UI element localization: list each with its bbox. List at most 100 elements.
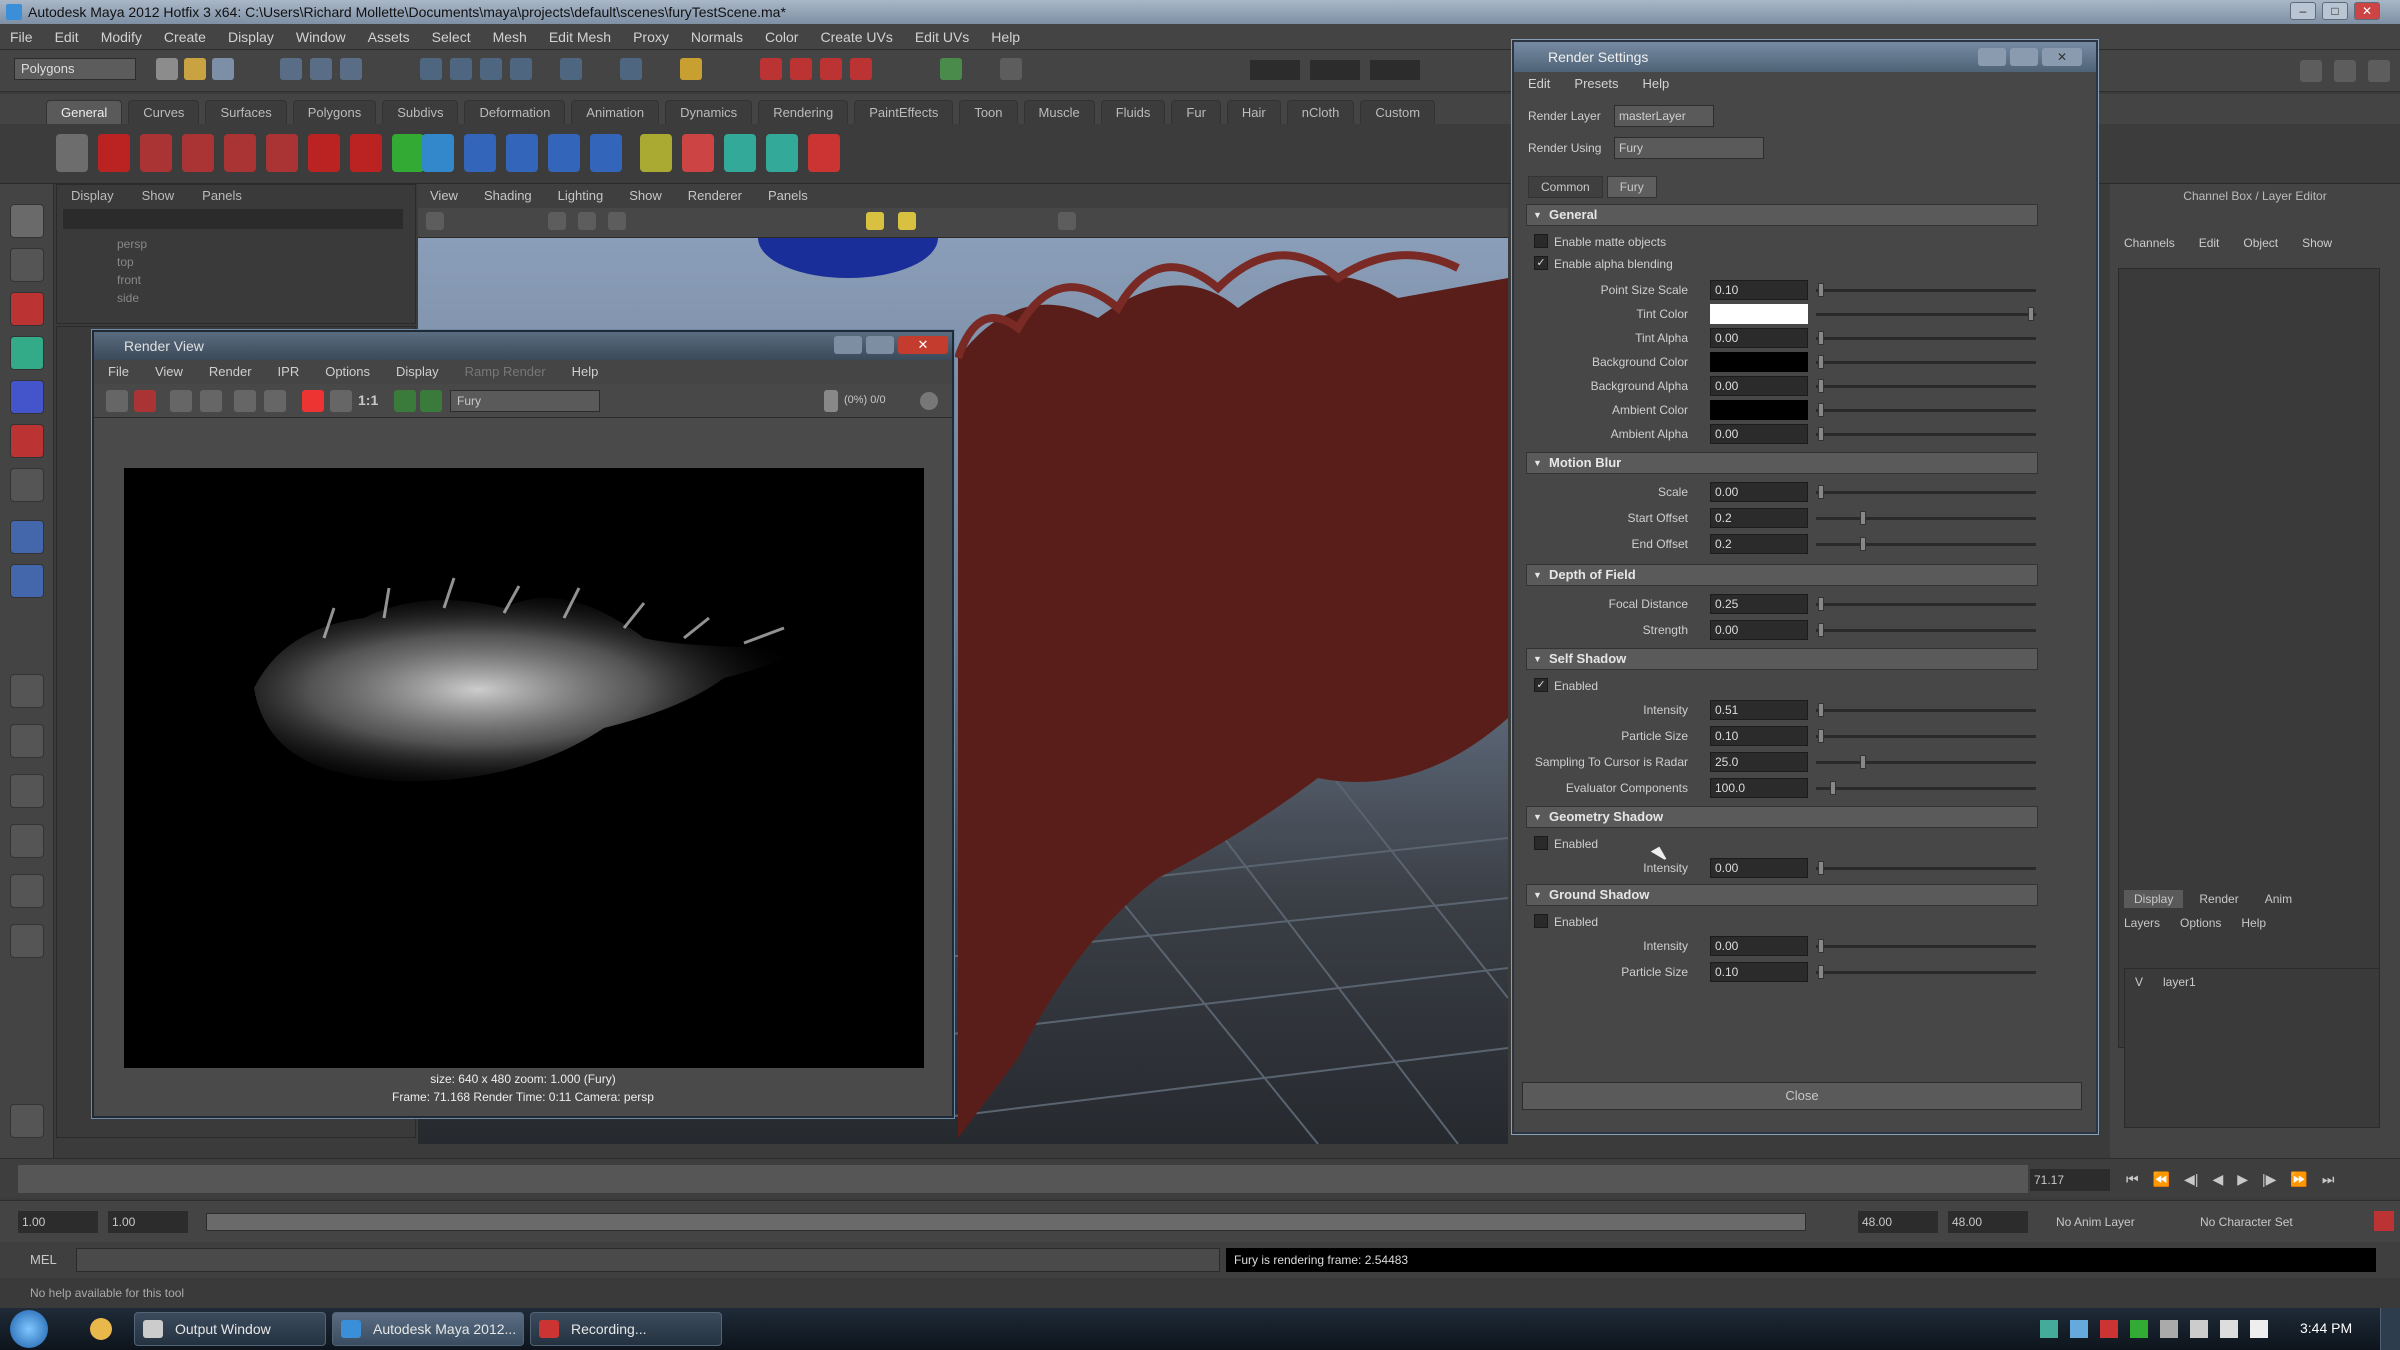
- ipr-icon[interactable]: [134, 390, 156, 412]
- keep-image-icon[interactable]: [264, 390, 286, 412]
- grs-intensity-knob[interactable]: [1818, 939, 1824, 953]
- toggle-tool-settings-icon[interactable]: [2334, 60, 2356, 82]
- close-button[interactable]: ✕: [2354, 2, 2380, 20]
- step-forward-key-icon[interactable]: ⏩: [2290, 1171, 2307, 1188]
- play-forward-icon[interactable]: ▶: [2237, 1171, 2248, 1188]
- go-to-start-icon[interactable]: ⏮: [2126, 1171, 2139, 1188]
- menu-edit-uvs[interactable]: Edit UVs: [915, 29, 969, 45]
- camera-icon[interactable]: [426, 212, 444, 230]
- snap-point-icon[interactable]: [480, 58, 502, 80]
- auto-key-icon[interactable]: [2374, 1211, 2394, 1231]
- render-settings-icon[interactable]: [820, 58, 842, 80]
- taskbar-recording[interactable]: Recording...: [530, 1312, 722, 1346]
- menu-mesh[interactable]: Mesh: [493, 29, 527, 45]
- outliner-menu-display[interactable]: Display: [71, 185, 114, 207]
- shelf-tab-custom[interactable]: Custom: [1360, 100, 1436, 124]
- input-line-icon[interactable]: [940, 58, 962, 80]
- shelf-globe-icon[interactable]: [422, 134, 454, 172]
- layer-menu-help[interactable]: Help: [2241, 916, 2266, 930]
- layout-persp-graph-icon[interactable]: [10, 874, 44, 908]
- ss-sampling-knob[interactable]: [1860, 755, 1866, 769]
- rs-menu-edit[interactable]: Edit: [1528, 72, 1550, 96]
- dof-strength-knob[interactable]: [1818, 623, 1824, 637]
- start-button[interactable]: [10, 1310, 48, 1348]
- select-object-icon[interactable]: [310, 58, 332, 80]
- tint-alpha-field[interactable]: 0.00: [1710, 328, 1808, 348]
- outliner-filter-field[interactable]: [63, 209, 403, 229]
- point-size-slider[interactable]: [1816, 283, 2036, 297]
- snap-curve-icon[interactable]: [450, 58, 472, 80]
- mb-end-slider[interactable]: [1816, 537, 2036, 551]
- shelf-particles-2-icon[interactable]: [506, 134, 538, 172]
- gs-intensity-slider[interactable]: [1816, 861, 2036, 875]
- layout-four-icon[interactable]: [10, 724, 44, 758]
- grid-icon[interactable]: [548, 212, 566, 230]
- hypershade-icon[interactable]: [850, 58, 872, 80]
- rv-menu-options[interactable]: Options: [325, 360, 370, 384]
- time-slider[interactable]: 71.17 ⏮ ⏪ ◀| ◀ ▶ |▶ ⏩ ⏭: [0, 1158, 2400, 1198]
- numeric-input-field-3[interactable]: [1370, 60, 1420, 80]
- render-frame-icon[interactable]: [760, 58, 782, 80]
- tint-alpha-slider[interactable]: [1816, 331, 2036, 345]
- gs-intensity-field[interactable]: 0.00: [1710, 858, 1808, 878]
- outliner-menu-panels[interactable]: Panels: [202, 185, 242, 207]
- ss-intensity-knob[interactable]: [1818, 703, 1824, 717]
- numeric-input-field[interactable]: [1250, 60, 1300, 80]
- rv-menu-ipr[interactable]: IPR: [278, 360, 300, 384]
- manipulator-tool-icon[interactable]: [10, 424, 44, 458]
- rgb-channel-icon[interactable]: [302, 390, 324, 412]
- command-type-label[interactable]: MEL: [30, 1252, 57, 1267]
- shelf-tab-ncloth[interactable]: nCloth: [1286, 100, 1355, 124]
- go-to-end-icon[interactable]: ⏭: [2322, 1171, 2335, 1188]
- layer-tab-render[interactable]: Render: [2189, 890, 2248, 908]
- rs-menu-presets[interactable]: Presets: [1574, 72, 1618, 96]
- snap-surface-icon[interactable]: [560, 58, 582, 80]
- layout-hypershade-icon[interactable]: [10, 924, 44, 958]
- shelf-fury-edit-icon[interactable]: [182, 134, 214, 172]
- shelf-tab-dynamics[interactable]: Dynamics: [665, 100, 753, 124]
- menu-color[interactable]: Color: [765, 29, 798, 45]
- ss-evaluator-field[interactable]: 100.0: [1710, 778, 1808, 798]
- menu-display[interactable]: Display: [228, 29, 274, 45]
- shelf-tab-deformation[interactable]: Deformation: [464, 100, 566, 124]
- stop-icon[interactable]: [920, 392, 938, 410]
- range-start-field[interactable]: 1.00: [18, 1211, 98, 1233]
- section-geometry-shadow[interactable]: Geometry Shadow: [1526, 806, 2038, 828]
- ambient-alpha-field[interactable]: 0.00: [1710, 424, 1808, 444]
- grs-particle-knob[interactable]: [1818, 965, 1824, 979]
- dof-strength-slider[interactable]: [1816, 623, 2036, 637]
- last-tool-icon[interactable]: [10, 468, 44, 502]
- cb-menu-show[interactable]: Show: [2302, 236, 2332, 250]
- layout-persp-outliner-icon[interactable]: [10, 824, 44, 858]
- rs-close-icon[interactable]: ✕: [2042, 48, 2082, 66]
- tint-color-swatch[interactable]: [1710, 304, 1808, 324]
- shelf-fury-cut-icon[interactable]: [266, 134, 298, 172]
- smooth-shade-icon[interactable]: [608, 212, 626, 230]
- layer-row[interactable]: V layer1: [2135, 975, 2196, 989]
- mb-end-field[interactable]: 0.2: [1710, 534, 1808, 554]
- menu-edit[interactable]: Edit: [55, 29, 79, 45]
- step-back-key-icon[interactable]: ⏪: [2153, 1171, 2170, 1188]
- taskbar-output-window[interactable]: Output Window: [134, 1312, 326, 1346]
- rs-minimize-button[interactable]: [1978, 48, 2006, 66]
- show-desktop-button[interactable]: [2380, 1308, 2400, 1350]
- viewport-menu-panels[interactable]: Panels: [768, 184, 808, 208]
- mb-scale-slider[interactable]: [1816, 485, 2036, 499]
- menu-create-uvs[interactable]: Create UVs: [820, 29, 892, 45]
- rv-menu-render[interactable]: Render: [209, 360, 252, 384]
- history-icon[interactable]: [620, 58, 642, 80]
- tint-color-slider[interactable]: [1816, 307, 2036, 321]
- shelf-fury-comb-icon[interactable]: [224, 134, 256, 172]
- layout-two-icon[interactable]: [10, 774, 44, 808]
- shelf-fury-create-icon[interactable]: [140, 134, 172, 172]
- ss-particle-slider[interactable]: [1816, 729, 2036, 743]
- menu-proxy[interactable]: Proxy: [633, 29, 669, 45]
- tint-color-knob[interactable]: [2028, 307, 2034, 321]
- shelf-brush-icon[interactable]: [682, 134, 714, 172]
- outliner-item-side[interactable]: side: [117, 289, 147, 307]
- menu-select[interactable]: Select: [432, 29, 471, 45]
- grs-particle-field[interactable]: 0.10: [1710, 962, 1808, 982]
- chrome-icon[interactable]: [90, 1318, 112, 1340]
- grs-intensity-slider[interactable]: [1816, 939, 2036, 953]
- tint-alpha-knob[interactable]: [1818, 331, 1824, 345]
